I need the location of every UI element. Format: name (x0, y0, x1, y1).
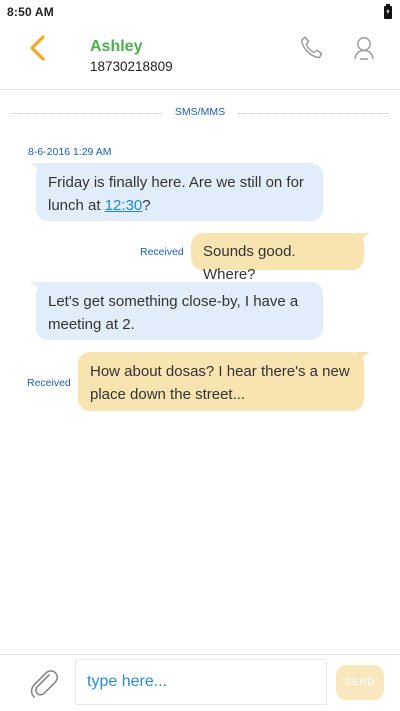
message-text: Friday is finally here. Are we still on … (48, 174, 304, 214)
contact-number: 18730218809 (90, 59, 173, 74)
outgoing-message[interactable]: Sounds good. Where? (191, 233, 364, 283)
person-icon (354, 37, 374, 60)
incoming-message[interactable]: Let's get something close-by, I have a m… (36, 282, 323, 340)
chevron-left-icon (30, 35, 45, 61)
back-button[interactable] (22, 32, 54, 64)
send-button[interactable]: SEND (336, 665, 384, 700)
status-bar: 8:50 AM (0, 0, 400, 24)
attach-button[interactable] (27, 666, 61, 700)
divider-line (238, 113, 388, 114)
status-icons (384, 3, 392, 19)
sms-mms-divider: SMS/MMS (12, 106, 388, 120)
delivery-status: Received (140, 246, 184, 258)
time-link[interactable]: 12:30 (105, 197, 143, 214)
conversation-header: Ashley 18730218809 (0, 24, 400, 90)
phone-icon (300, 36, 323, 59)
message-timestamp: 8-6-2016 1:29 AM (28, 146, 112, 158)
message-composer: SEND (0, 654, 400, 711)
message-text: How about dosas? I hear there's a new pl… (90, 363, 350, 403)
section-label: SMS/MMS (174, 106, 226, 118)
outgoing-message[interactable]: How about dosas? I hear there's a new pl… (78, 352, 364, 411)
paperclip-icon (30, 670, 59, 698)
status-time: 8:50 AM (7, 5, 54, 19)
contact-name: Ashley (90, 38, 143, 55)
message-text: ? (142, 197, 151, 214)
delivery-status: Received (27, 377, 71, 389)
battery-charging-icon (384, 3, 392, 19)
call-button[interactable] (297, 34, 325, 62)
message-text: Sounds good. Where? (203, 243, 296, 283)
message-text: Let's get something close-by, I have a m… (48, 293, 299, 333)
contact-profile-button[interactable] (350, 34, 378, 62)
incoming-message[interactable]: Friday is finally here. Are we still on … (36, 163, 323, 221)
message-input[interactable] (75, 659, 327, 705)
